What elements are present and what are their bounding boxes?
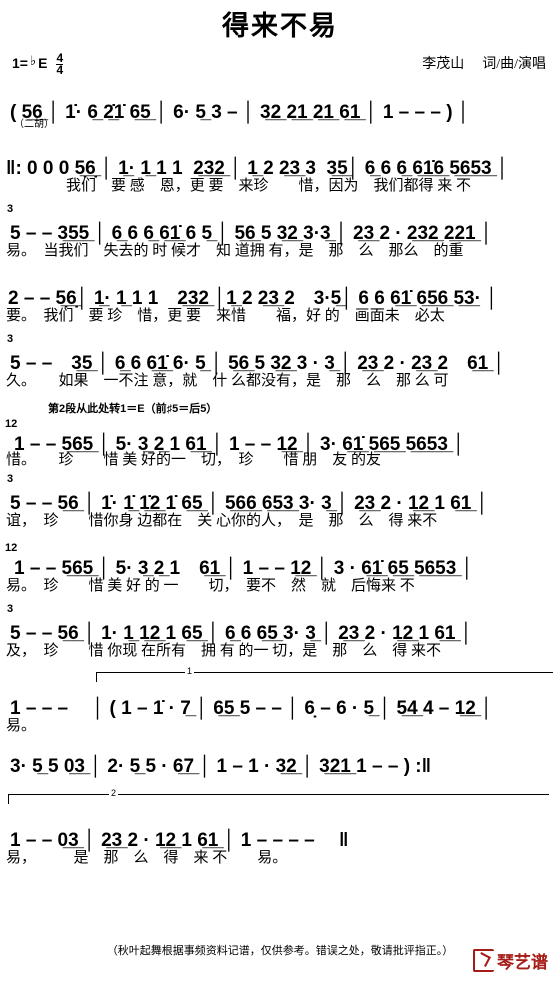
notation-line: ( 5̲6̲ │ 1̇· 6̲ 2̲̇1̇ 6̲5̲ │ 6· 5̲ 3 – │…: [10, 101, 470, 123]
lyrics-line: 要。 我们 要 珍 惜，更 要 来惜 福，好 的 画面未 必太: [6, 307, 445, 324]
staff-row-4: 3 5 – – 3̲5̲ │ 6̲ 6 6̲1̲̇ 6· 5̲ │ 5̲6̲ 5…: [0, 333, 560, 400]
lyrics-line: 易， 是 那 么 得 来 不 易。: [6, 849, 288, 866]
logo-mark-icon: [473, 949, 494, 972]
notation-line: 3· 5̲ 5 0̲3̲ │ 2· 5̲ 5 · 6̲7̲ │ 1 – 1 · …: [10, 755, 432, 777]
lyrics-line: 惜。 珍 惜 美 好的一 切， 珍 惜 朋 友 的友: [6, 451, 382, 468]
staff-row-10: 3· 5̲ 5 0̲3̲ │ 2· 5̲ 5 · 6̲7̲ │ 1 – 1 · …: [0, 738, 560, 800]
staff-row-8: 3 5 – – 5̲6̲ │ 1· 1̲ 1̲2̲ 1 6̲5̲ │ 6̲ 6 …: [0, 603, 560, 670]
lyrics-line: 易。 珍 惜 美 好 的 一 切， 要不 然 就 后悔来 不: [6, 577, 415, 594]
staff-row-11: 2 1 – – 0̲3̲ │ 2̲3̲ 2 · 1̲2̲ 1 6̲1̲ │ 1 …: [0, 787, 560, 870]
staff-row-5: 第2段从此处转1＝E（前♯5＝后5） 12 1 – – 5̲6̲5̲ │ 5· …: [0, 400, 560, 475]
page-title: 得来不易: [222, 11, 338, 41]
erhu-annotation: （二胡）: [14, 118, 54, 130]
score-header: 1= ♭ E 4 4 李茂山 词/曲/演唱: [0, 48, 560, 84]
lyrics-line: 易。 当我们 失去的 时 候才 知 道拥 有，是 那 么 那么 的重: [6, 242, 464, 259]
staff-row-6: 3 5 – – 5̲6̲ │ 1̇· 1̲̇ 1̲̇2̲ 1̇ 6̲5̲ │ 5…: [0, 473, 560, 540]
staff-row-9: 1 1 – – – │ ( 1 – 1̇ · 7̲ │ 6̲5̲ 5 – – │…: [0, 665, 560, 738]
logo-text: 琴艺谱: [497, 953, 548, 972]
modulation-annotation: 第2段从此处转1＝E（前♯5＝后5）: [48, 402, 218, 415]
lyrics-line: 易。: [6, 717, 37, 734]
ending-number: 1: [185, 665, 195, 676]
credit-roles: 词/曲/演唱: [482, 56, 546, 72]
ending-number: 2: [109, 787, 119, 798]
staff-row-3: 2 – – 5̲̣6̲̣│ 1̲· 1̲ 1 1 2̲3̲2̲ │1̲ 2 2̲…: [0, 270, 560, 335]
staff-row-2: 3 5 – – 3̲5̲5̲ │ 6̲ 6 6̲ 6̲1̲̇ 6 5̲ │ 5̲…: [0, 203, 560, 270]
lyrics-line: 及， 珍 惜 你现 在所有 拥 有 的一 切，是 那 么 得 来不: [6, 642, 442, 659]
staff-row-1: ‖: 0 0 0 5̲̣6̲̣ │ 1̲· 1̲ 1 1 2̲3̲2̲ │ 1̲…: [0, 140, 560, 205]
time-signature: 4 4: [56, 52, 64, 77]
site-logo[interactable]: 琴艺谱: [473, 948, 548, 973]
key-prefix: 1=: [12, 55, 28, 72]
key-letter: E: [38, 55, 48, 72]
byline: 李茂山 词/曲/演唱: [422, 53, 546, 73]
author-name: 李茂山: [422, 56, 465, 72]
staff-row-intro: ( 5̲6̲ │ 1̇· 6̲ 2̲̇1̇ 6̲5̲ │ 6· 5̲ 3 – │…: [0, 84, 560, 140]
second-ending-bracket: 2: [8, 787, 549, 804]
staff-row-7: 12 1 – – 5̲6̲5̲ │ 5· 3̲ 2̲ 1 6̲1̲ │ 1 – …: [0, 540, 560, 605]
flat-icon: ♭: [29, 53, 37, 69]
lyrics-line: 谊， 珍 惜你身 边都在 关 心你的人， 是 那 么 得 来不: [6, 512, 438, 529]
sheet-music-page: 得来不易 1= ♭ E 4 4 李茂山 词/曲/演唱 ( 5̲6̲ │ 1̇· 6̲ …: [0, 0, 560, 982]
lyrics-line: 我们 要 感 恩，更 要 来珍 惜，因为 我们都得 来 不: [6, 177, 472, 194]
lyrics-line: 久。 如果 一不注 意，就 什 么都没有，是 那 么 那 么 可: [6, 372, 449, 389]
time-denominator: 4: [56, 62, 64, 77]
key-signature: 1= ♭ E 4 4: [12, 52, 64, 77]
